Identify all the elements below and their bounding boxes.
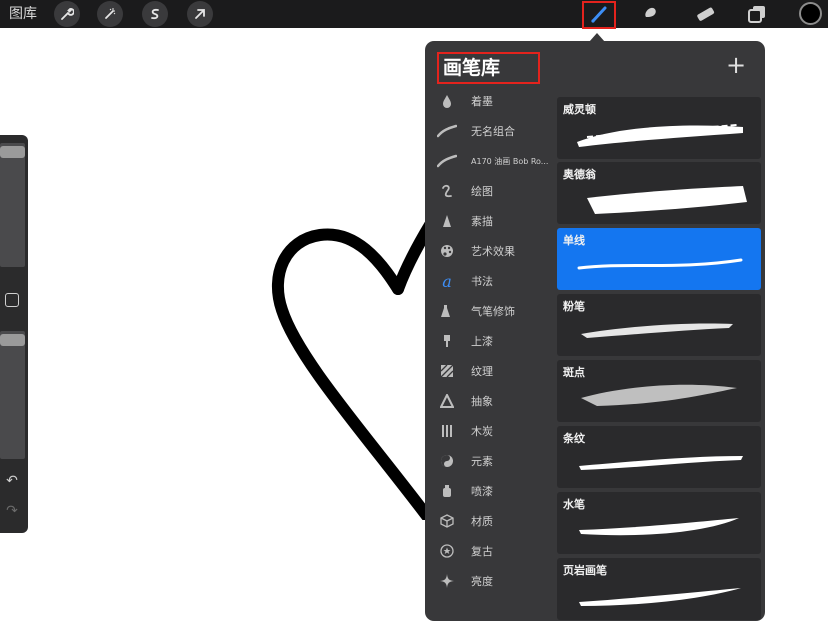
transform-arrow-icon[interactable] bbox=[187, 1, 213, 27]
brush-set-label: 气笔修饰 bbox=[471, 305, 515, 318]
brush-library-title: 画笔库 bbox=[437, 52, 540, 84]
canvas-heart-stroke bbox=[272, 219, 430, 520]
brush-set-label: 木炭 bbox=[471, 425, 493, 438]
brush-set-label: 着墨 bbox=[471, 95, 493, 108]
brush-set-item[interactable]: 素描 bbox=[437, 206, 493, 236]
left-sidebar: ↶ ↷ bbox=[0, 135, 28, 533]
brush-set-label: 绘图 bbox=[471, 185, 493, 198]
ink-drop-icon bbox=[437, 91, 457, 111]
brush-set-label: 材质 bbox=[471, 515, 493, 528]
palette-icon bbox=[437, 241, 457, 261]
texture-icon bbox=[437, 361, 457, 381]
undo-icon[interactable]: ↶ bbox=[4, 473, 20, 489]
brush-set-label: 喷漆 bbox=[471, 485, 493, 498]
brush-item[interactable]: 威灵顿 bbox=[557, 97, 761, 159]
brush-set-item[interactable]: 绘图 bbox=[437, 176, 493, 206]
eraser-icon[interactable] bbox=[692, 2, 718, 26]
gallery-button[interactable]: 图库 bbox=[9, 3, 37, 23]
top-toolbar: 图库 bbox=[0, 0, 828, 29]
brush-item[interactable]: 水笔 bbox=[557, 492, 761, 554]
add-brush-set-button[interactable]: + bbox=[726, 53, 746, 77]
brush-set-item[interactable]: 无名组合 bbox=[437, 116, 515, 146]
brush-set-item[interactable]: 气笔修饰 bbox=[437, 296, 515, 326]
magic-wand-icon[interactable] bbox=[97, 1, 123, 27]
brush-size-slider[interactable] bbox=[0, 143, 25, 267]
star-badge-icon bbox=[437, 541, 457, 561]
triangle-icon bbox=[437, 391, 457, 411]
brush-item[interactable]: 条纹 bbox=[557, 426, 761, 488]
pencil-tip-icon bbox=[437, 211, 457, 231]
paint-brush-icon bbox=[437, 331, 457, 351]
brush-set-item[interactable]: 喷漆 bbox=[437, 476, 493, 506]
brush-set-item[interactable]: 亮度 bbox=[437, 566, 493, 596]
brush-item[interactable]: 页岩画笔 bbox=[557, 558, 761, 620]
brush-stroke-preview bbox=[577, 258, 743, 270]
brush-item-selected[interactable]: 单线 bbox=[557, 228, 761, 290]
brush-stroke-preview bbox=[587, 186, 747, 214]
brush-set-item[interactable]: A170 油画 Bob Ro... bbox=[437, 146, 548, 176]
calligraphy-a-icon: a bbox=[442, 271, 452, 291]
brush-set-item[interactable]: 着墨 bbox=[437, 86, 493, 116]
stroke-icon bbox=[437, 151, 457, 171]
brush-set-label: 抽象 bbox=[471, 395, 493, 408]
layers-icon[interactable] bbox=[744, 2, 770, 26]
brush-set-item[interactable]: 抽象 bbox=[437, 386, 493, 416]
brush-set-item[interactable]: 元素 bbox=[437, 446, 493, 476]
brush-icon[interactable] bbox=[586, 2, 612, 26]
cube-icon bbox=[437, 511, 457, 531]
selection-icon[interactable] bbox=[142, 1, 168, 27]
brush-size-thumb[interactable] bbox=[0, 146, 25, 158]
brush-set-label: 亮度 bbox=[471, 575, 493, 588]
brush-set-item[interactable]: 木炭 bbox=[437, 416, 493, 446]
color-picker-button[interactable] bbox=[799, 2, 822, 25]
brush-set-label: 复古 bbox=[471, 545, 493, 558]
brush-set-item[interactable]: 上漆 bbox=[437, 326, 493, 356]
brush-stroke-preview bbox=[581, 384, 737, 406]
charcoal-icon bbox=[437, 421, 457, 441]
brush-set-label: 纹理 bbox=[471, 365, 493, 378]
brush-set-label: 无名组合 bbox=[471, 125, 515, 138]
brush-stroke-preview bbox=[579, 588, 741, 606]
brush-set-label: 元素 bbox=[471, 455, 493, 468]
brush-library-panel: 画笔库 + 着墨 无名组合 A170 油画 Bob Ro... 绘图 素描 艺术… bbox=[425, 41, 765, 621]
brush-set-item[interactable]: 材质 bbox=[437, 506, 493, 536]
modifier-square-icon[interactable] bbox=[5, 293, 19, 307]
sparkle-icon bbox=[437, 571, 457, 591]
squiggle-icon bbox=[437, 181, 457, 201]
brush-set-item[interactable]: 纹理 bbox=[437, 356, 493, 386]
wrench-icon[interactable] bbox=[54, 1, 80, 27]
brush-stroke-preview bbox=[579, 518, 739, 536]
brush-set-label: 素描 bbox=[471, 215, 493, 228]
yin-yang-icon bbox=[437, 451, 457, 471]
airbrush-icon bbox=[437, 301, 457, 321]
redo-icon[interactable]: ↷ bbox=[4, 503, 20, 519]
brush-item[interactable]: 斑点 bbox=[557, 360, 761, 422]
spray-can-icon bbox=[437, 481, 457, 501]
brush-set-item[interactable]: a 书法 bbox=[437, 266, 493, 296]
brush-set-label: A170 油画 Bob Ro... bbox=[471, 156, 549, 166]
brush-set-label: 上漆 bbox=[471, 335, 493, 348]
brush-set-item[interactable]: 艺术效果 bbox=[437, 236, 515, 266]
smudge-icon[interactable] bbox=[636, 2, 662, 26]
brush-item[interactable]: 奥德翁 bbox=[557, 162, 761, 224]
brush-stroke-preview bbox=[579, 456, 743, 470]
brush-set-label: 艺术效果 bbox=[471, 245, 515, 258]
brush-item[interactable]: 粉笔 bbox=[557, 294, 761, 356]
opacity-slider[interactable] bbox=[0, 331, 25, 459]
brush-stroke-preview bbox=[577, 124, 743, 147]
brush-set-label: 书法 bbox=[471, 275, 493, 288]
opacity-thumb[interactable] bbox=[0, 334, 25, 346]
stroke-icon bbox=[437, 121, 457, 141]
brush-stroke-preview bbox=[581, 323, 733, 338]
brush-set-item[interactable]: 复古 bbox=[437, 536, 493, 566]
